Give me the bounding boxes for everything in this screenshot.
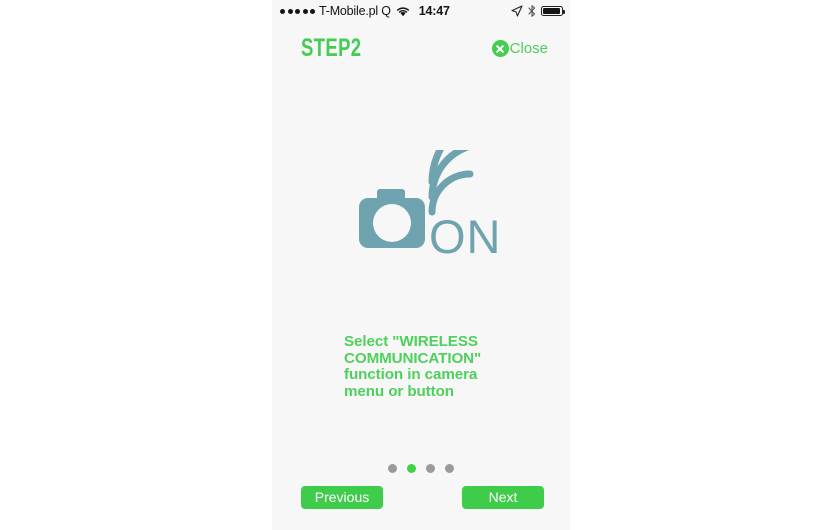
close-circle-icon bbox=[491, 40, 509, 57]
on-label: ON bbox=[429, 210, 502, 263]
close-button[interactable]: Close bbox=[491, 40, 548, 57]
bluetooth-icon bbox=[528, 5, 536, 17]
status-bar-right bbox=[511, 5, 565, 17]
navigation-bar: Previous Next bbox=[272, 486, 570, 510]
next-button[interactable]: Next bbox=[462, 486, 544, 509]
wireless-signal-icon bbox=[428, 150, 474, 216]
page-dot-1[interactable] bbox=[388, 464, 397, 473]
status-bar-left: T-Mobile.pl Q 14:47 bbox=[280, 4, 450, 18]
camera-wireless-illustration: ON bbox=[359, 150, 502, 263]
phone-screen: T-Mobile.pl Q 14:47 STEP2 Close ON Selec… bbox=[272, 0, 570, 530]
page-dot-4[interactable] bbox=[445, 464, 454, 473]
page-dot-2[interactable] bbox=[407, 464, 416, 473]
page-dot-3[interactable] bbox=[426, 464, 435, 473]
page-indicator bbox=[272, 464, 570, 473]
signal-strength-icon bbox=[280, 8, 315, 14]
battery-icon bbox=[541, 6, 565, 16]
clock-label: 14:47 bbox=[418, 4, 450, 18]
app-header: STEP2 Close bbox=[272, 32, 570, 72]
status-bar: T-Mobile.pl Q 14:47 bbox=[272, 0, 570, 22]
close-button-label: Close bbox=[509, 40, 548, 57]
page-title: STEP2 bbox=[301, 34, 362, 62]
wifi-icon bbox=[396, 6, 409, 16]
camera-icon bbox=[359, 189, 425, 248]
instruction-text: Select "WIRELESS COMMUNICATION" function… bbox=[344, 333, 482, 400]
carrier-label: T-Mobile.pl Q bbox=[319, 4, 391, 18]
location-arrow-icon bbox=[511, 5, 523, 17]
previous-button[interactable]: Previous bbox=[301, 486, 383, 509]
